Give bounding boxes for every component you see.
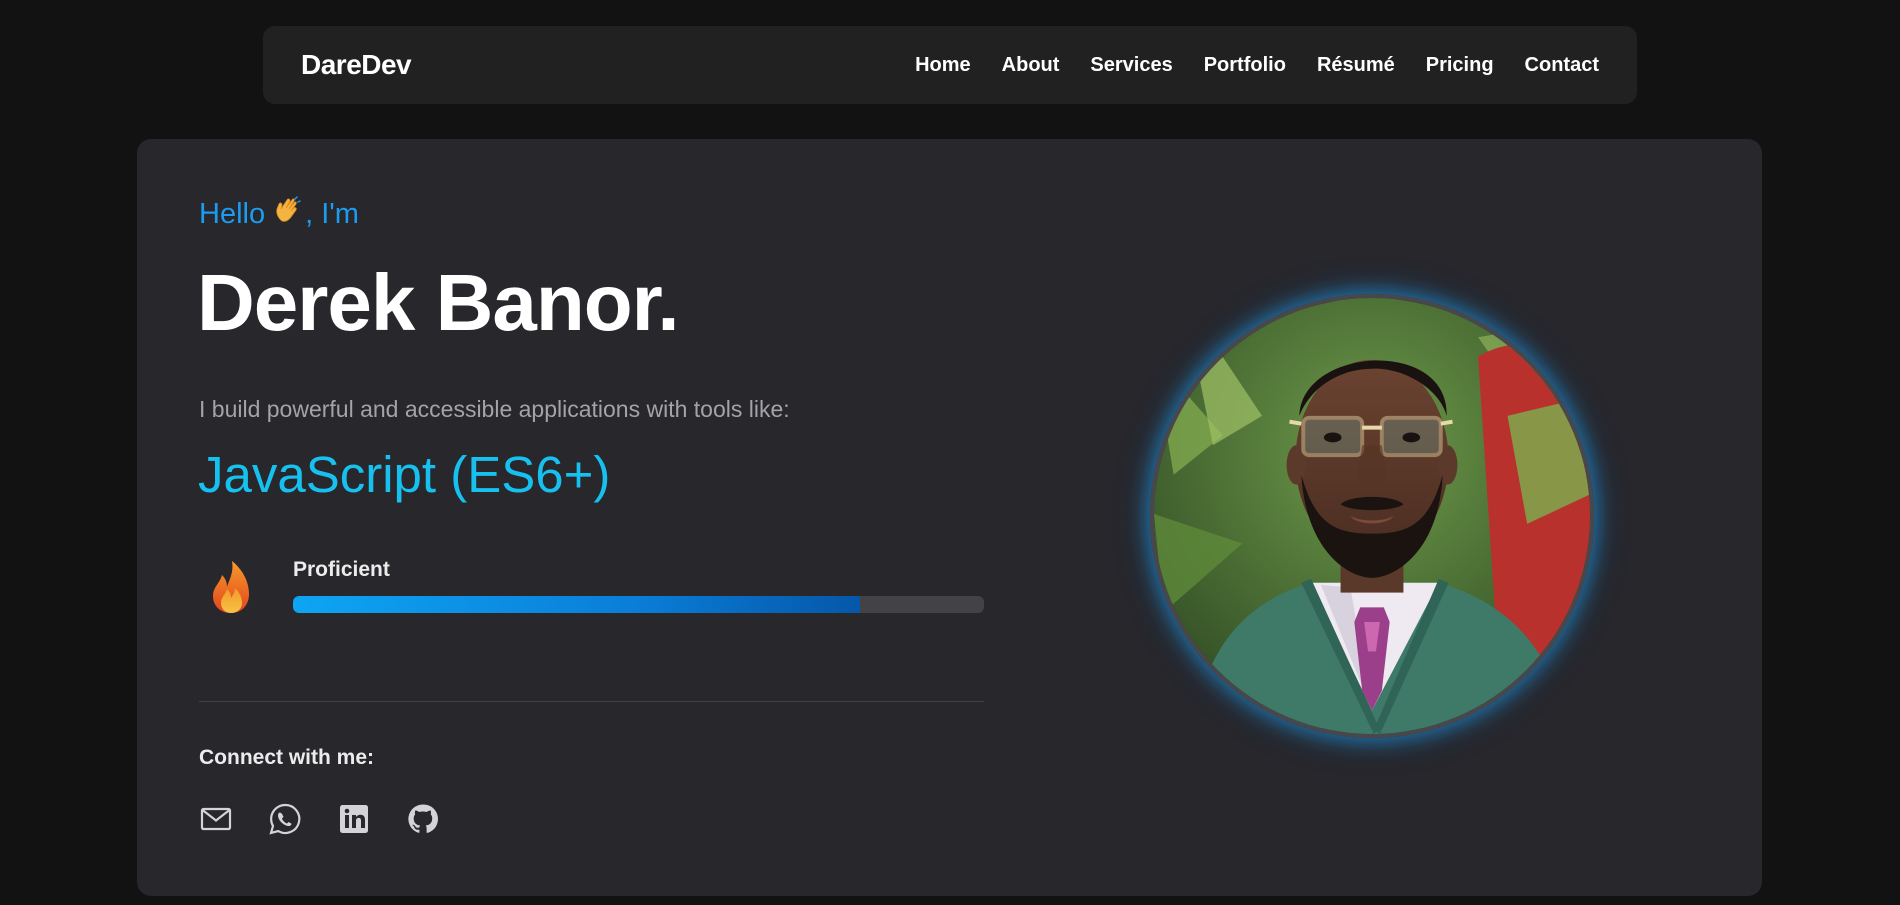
- current-tool: JavaScript (ES6+): [198, 446, 611, 503]
- linkedin-icon[interactable]: [336, 801, 372, 837]
- greeting-prefix: Hello: [199, 197, 266, 230]
- navbar: DareDev Home About Services Portfolio Ré…: [263, 26, 1637, 104]
- nav-link-portfolio[interactable]: Portfolio: [1204, 54, 1286, 77]
- greeting-suffix: , I'm: [305, 197, 359, 230]
- nav-link-about[interactable]: About: [1002, 54, 1060, 77]
- greeting: Hello , I'm: [199, 195, 359, 233]
- skill-progress-fill: [293, 596, 860, 613]
- skill-progress-bar: [293, 596, 984, 613]
- nav-link-pricing[interactable]: Pricing: [1426, 54, 1494, 77]
- whatsapp-icon[interactable]: [267, 801, 303, 837]
- nav-link-contact[interactable]: Contact: [1525, 54, 1599, 77]
- nav-links: Home About Services Portfolio Résumé Pri…: [884, 54, 1599, 77]
- nav-link-home[interactable]: Home: [915, 54, 971, 77]
- email-icon[interactable]: [198, 801, 234, 837]
- github-icon[interactable]: [405, 801, 441, 837]
- nav-link-services[interactable]: Services: [1090, 54, 1172, 77]
- hero-card: Hello , I'm Derek Banor. I build powerfu…: [137, 139, 1762, 896]
- waving-hand-icon: [273, 195, 303, 233]
- hero-tagline: I build powerful and accessible applicat…: [199, 396, 790, 422]
- social-links: [198, 801, 474, 837]
- skill-level-label: Proficient: [293, 558, 390, 581]
- fire-icon: [210, 559, 252, 615]
- nav-link-resume[interactable]: Résumé: [1317, 54, 1395, 77]
- profile-photo: [1150, 294, 1594, 738]
- divider: [199, 701, 984, 702]
- connect-label: Connect with me:: [199, 746, 375, 769]
- hero-name: Derek Banor.: [197, 258, 680, 347]
- brand-logo[interactable]: DareDev: [301, 49, 412, 81]
